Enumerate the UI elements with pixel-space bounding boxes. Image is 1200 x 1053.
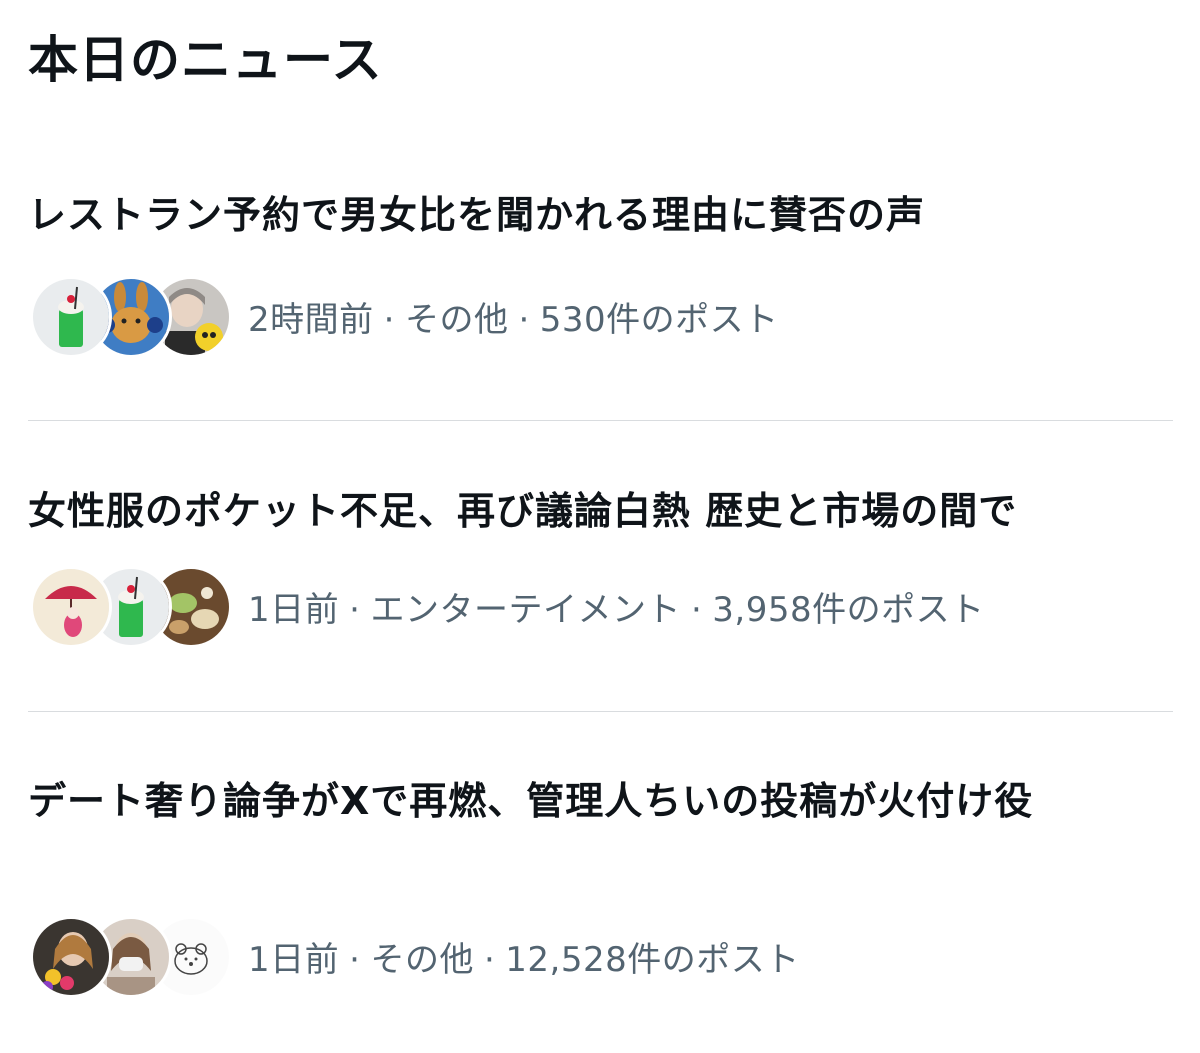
news-category: その他: [370, 939, 474, 980]
news-meta: 1日前 · その他 · 12,528件のポスト: [30, 914, 800, 998]
news-meta-text: 2時間前 · その他 · 530件のポスト: [248, 292, 779, 341]
news-category: その他: [404, 299, 509, 340]
news-category: エンターテイメント: [370, 589, 681, 630]
umbrella-character-avatar-image: [33, 569, 109, 645]
separator: ·: [349, 589, 361, 630]
news-time: 1日前: [248, 939, 340, 980]
avatar-stack: [30, 274, 232, 358]
separator: ·: [349, 939, 361, 980]
separator: ·: [383, 299, 395, 340]
divider: [28, 711, 1173, 712]
separator: ·: [518, 299, 530, 340]
avatar: [30, 916, 112, 998]
news-meta: 2時間前 · その他 · 530件のポスト: [30, 274, 779, 358]
news-post-count: 530件のポスト: [539, 299, 779, 340]
separator: ·: [483, 939, 496, 980]
news-meta: 1日前 · エンターテイメント · 3,958件のポスト: [30, 564, 985, 648]
news-meta-text: 1日前 · その他 · 12,528件のポスト: [248, 932, 800, 981]
avatar: [30, 566, 112, 648]
news-headline[interactable]: 女性服のポケット不足、再び議論白熱 歴史と市場の間で: [28, 484, 1178, 538]
news-time: 2時間前: [248, 299, 374, 340]
avatar: [30, 276, 112, 358]
news-meta-text: 1日前 · エンターテイメント · 3,958件のポスト: [248, 582, 985, 631]
news-post-count: 12,528件のポスト: [505, 939, 800, 980]
avatar-stack: [30, 914, 232, 998]
news-time: 1日前: [248, 589, 340, 630]
green-cream-soda-avatar-image: [33, 279, 109, 355]
divider: [28, 420, 1173, 421]
avatar-stack: [30, 564, 232, 648]
news-headline[interactable]: デート奢り論争がXで再燃、管理人ちいの投稿が火付け役: [28, 774, 1178, 828]
separator: ·: [690, 589, 703, 630]
page-title: 本日のニュース: [28, 31, 383, 89]
news-headline[interactable]: レストラン予約で男女比を聞かれる理由に賛否の声: [28, 188, 1178, 242]
news-post-count: 3,958件のポスト: [712, 589, 985, 630]
person-flowers-avatar-image: [33, 919, 109, 995]
